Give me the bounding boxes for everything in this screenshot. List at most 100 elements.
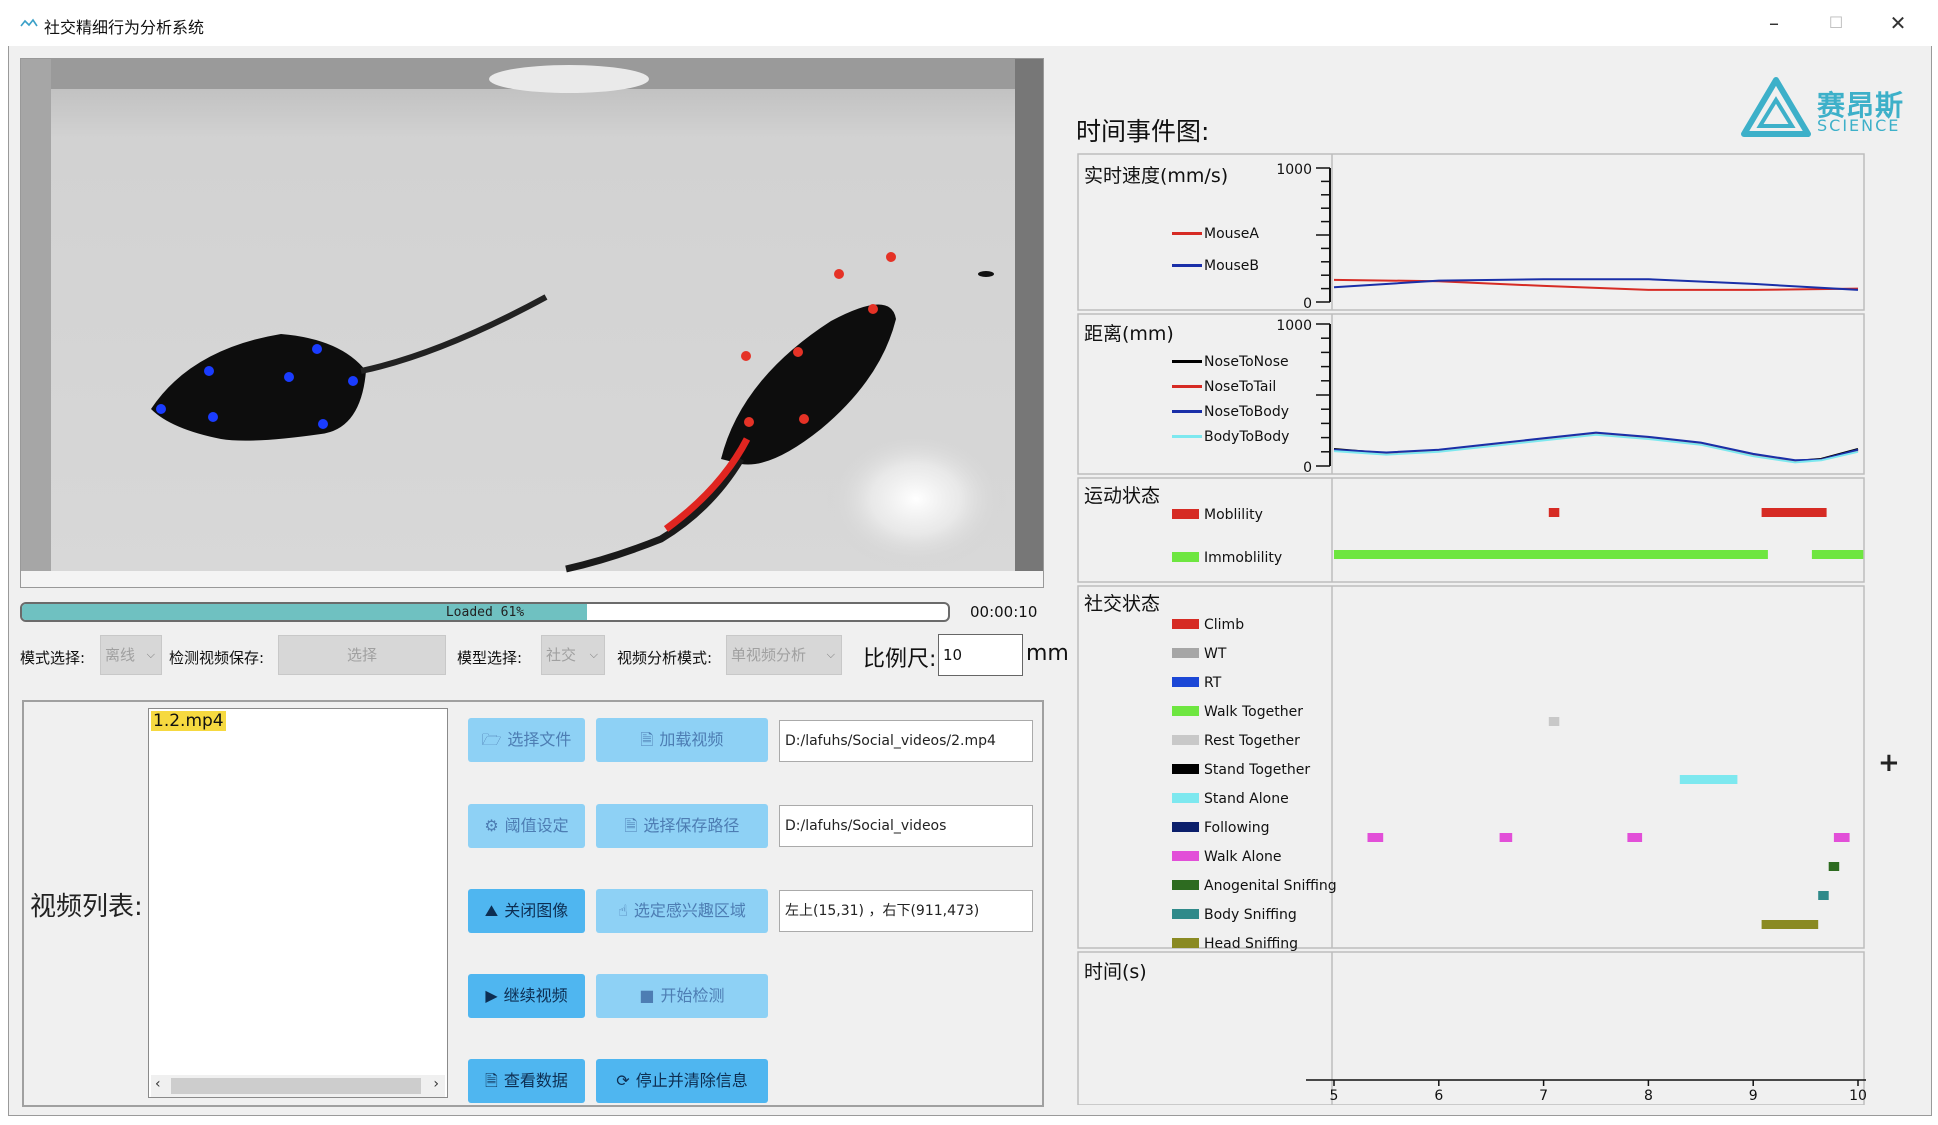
legend-label: Walk Alone: [1204, 849, 1282, 865]
scale-label: 比例尺:: [863, 647, 937, 672]
legend-label: Immoblility: [1204, 550, 1282, 566]
chevron-down-icon: ⌵: [826, 648, 835, 661]
chevron-right-icon[interactable]: ›: [433, 1076, 439, 1092]
progress-text: Loaded 61%: [445, 605, 525, 620]
legend-swatch: [1172, 360, 1202, 363]
logo-en: SCIENCE: [1817, 116, 1901, 135]
save-path-field[interactable]: D:/lafuhs/Social_videos: [779, 805, 1033, 847]
scale-input[interactable]: 10: [938, 634, 1023, 676]
timeline-segment: [1367, 833, 1384, 842]
select-file-button[interactable]: 🗁 选择文件: [468, 718, 585, 762]
chart-title: 时间事件图:: [1076, 117, 1210, 146]
x-tick-label: 7: [1539, 1088, 1548, 1104]
legend-label: Rest Together: [1204, 733, 1300, 749]
threshold-label: 阈值设定: [504, 816, 569, 835]
legend-swatch: [1172, 552, 1199, 562]
y-axis-label: 距离(mm): [1084, 323, 1174, 345]
timeline-segment: [1811, 550, 1864, 559]
video-frame-image: [21, 59, 1043, 587]
legend-label: Head Sniffing: [1204, 936, 1298, 952]
legend-swatch: [1172, 822, 1199, 832]
chart-panel-frame: [1077, 477, 1865, 583]
video-path-field[interactable]: D:/lafuhs/Social_videos/2.mp4: [779, 720, 1033, 762]
timeline-segment: [1548, 717, 1560, 726]
video-frame[interactable]: [20, 58, 1044, 588]
legend-label: Moblility: [1204, 507, 1263, 523]
close-image-button[interactable]: ⛰ 关闭图像: [468, 889, 585, 933]
analysis-mode-label: 视频分析模式:: [617, 649, 713, 667]
title-bar: [8, 4, 1932, 46]
video-list-label: 视频列表:: [30, 892, 143, 922]
app-icon: [20, 18, 38, 27]
continue-video-label: 继续视频: [503, 986, 568, 1005]
legend-swatch: [1172, 706, 1199, 716]
document-icon: 🗎: [624, 816, 638, 835]
legend-label: Climb: [1204, 617, 1244, 633]
legend-label: Stand Together: [1204, 762, 1310, 778]
timeline-segment: [1761, 920, 1819, 929]
legend-label: Anogenital Sniffing: [1204, 878, 1337, 894]
load-video-button[interactable]: 🗎 加载视频: [596, 718, 768, 762]
timeline-segment: [1499, 833, 1513, 842]
legend-swatch: [1172, 232, 1202, 235]
image-icon: ⛰: [484, 901, 499, 920]
stop-clear-button[interactable]: ⟳ 停止并清除信息: [596, 1059, 768, 1103]
continue-video-button[interactable]: ▶ 继续视频: [468, 974, 585, 1018]
stop-clear-label: 停止并清除信息: [635, 1071, 748, 1090]
legend-label: MouseB: [1204, 258, 1259, 274]
timeline-segment: [1761, 508, 1827, 517]
x-tick-label: 6: [1434, 1088, 1443, 1104]
maximize-button[interactable]: ☐: [1816, 8, 1856, 38]
video-list[interactable]: 1.2.mp4 ‹ ›: [148, 708, 448, 1098]
threshold-button[interactable]: ⚙ 阈值设定: [468, 804, 585, 848]
select-save-path-button[interactable]: 🗎 选择保存路径: [596, 804, 768, 848]
model-value: 社交: [546, 646, 577, 664]
legend-swatch: [1172, 880, 1199, 890]
panel-label: 社交状态: [1084, 593, 1160, 615]
legend-swatch: [1172, 764, 1199, 774]
timeline-segment: [1627, 833, 1643, 842]
legend-label: RT: [1204, 675, 1222, 691]
minimize-button[interactable]: –: [1754, 8, 1794, 38]
x-tick-label: 10: [1849, 1088, 1866, 1104]
legend-label: NoseToBody: [1204, 404, 1289, 420]
chevron-left-icon[interactable]: ‹: [155, 1076, 161, 1092]
mode-label: 模式选择:: [20, 649, 86, 667]
play-icon: ▶: [485, 986, 498, 1005]
load-video-label: 加载视频: [659, 730, 724, 749]
logo-icon: [1741, 77, 1811, 137]
horizontal-scrollbar[interactable]: ‹ ›: [151, 1075, 445, 1097]
gear-icon: ⚙: [484, 816, 499, 835]
time-event-charts: 实时速度(mm/s) 1000 0 MouseA MouseB 距离(mm) 1000 0 No…: [1077, 153, 1866, 1105]
close-image-label: 关闭图像: [504, 901, 569, 920]
view-data-label: 查看数据: [503, 1071, 568, 1090]
video-progress-bar[interactable]: Loaded 61%: [20, 602, 950, 622]
roi-field[interactable]: 左上(15,31) ，右下(911,473): [779, 890, 1033, 932]
model-label: 模型选择:: [457, 649, 523, 667]
model-select[interactable]: 社交 ⌵: [541, 635, 605, 675]
document-icon: 🗎: [485, 1071, 498, 1090]
chevron-down-icon: ⌵: [589, 648, 598, 661]
legend-label: Following: [1204, 820, 1270, 836]
start-detect-button[interactable]: ■ 开始检测: [596, 974, 768, 1018]
list-item[interactable]: 1.2.mp4: [151, 711, 226, 731]
legend-swatch: [1172, 619, 1199, 629]
y-tick-label: 0: [1303, 296, 1312, 312]
legend-swatch: [1172, 509, 1199, 519]
x-tick-label: 5: [1330, 1088, 1339, 1104]
analysis-mode-select[interactable]: 单视频分析 ⌵: [726, 635, 842, 675]
close-button[interactable]: ✕: [1878, 8, 1918, 38]
save-video-select-button[interactable]: 选择: [278, 635, 446, 675]
mode-select[interactable]: 离线 ⌵: [100, 635, 162, 675]
y-tick-label: 1000: [1276, 318, 1312, 334]
scrollbar-thumb[interactable]: [171, 1078, 421, 1094]
view-data-button[interactable]: 🗎 查看数据: [468, 1059, 585, 1103]
legend-label: MouseA: [1204, 226, 1259, 242]
document-icon: 🗎: [640, 730, 654, 749]
chevron-down-icon: ⌵: [146, 648, 155, 661]
timeline-segment: [1679, 775, 1738, 784]
select-roi-button[interactable]: ☝ 选定感兴趣区域: [596, 889, 768, 933]
legend-label: Walk Together: [1204, 704, 1303, 720]
timeline-segment: [1548, 508, 1560, 517]
plus-icon[interactable]: +: [1878, 748, 1900, 778]
